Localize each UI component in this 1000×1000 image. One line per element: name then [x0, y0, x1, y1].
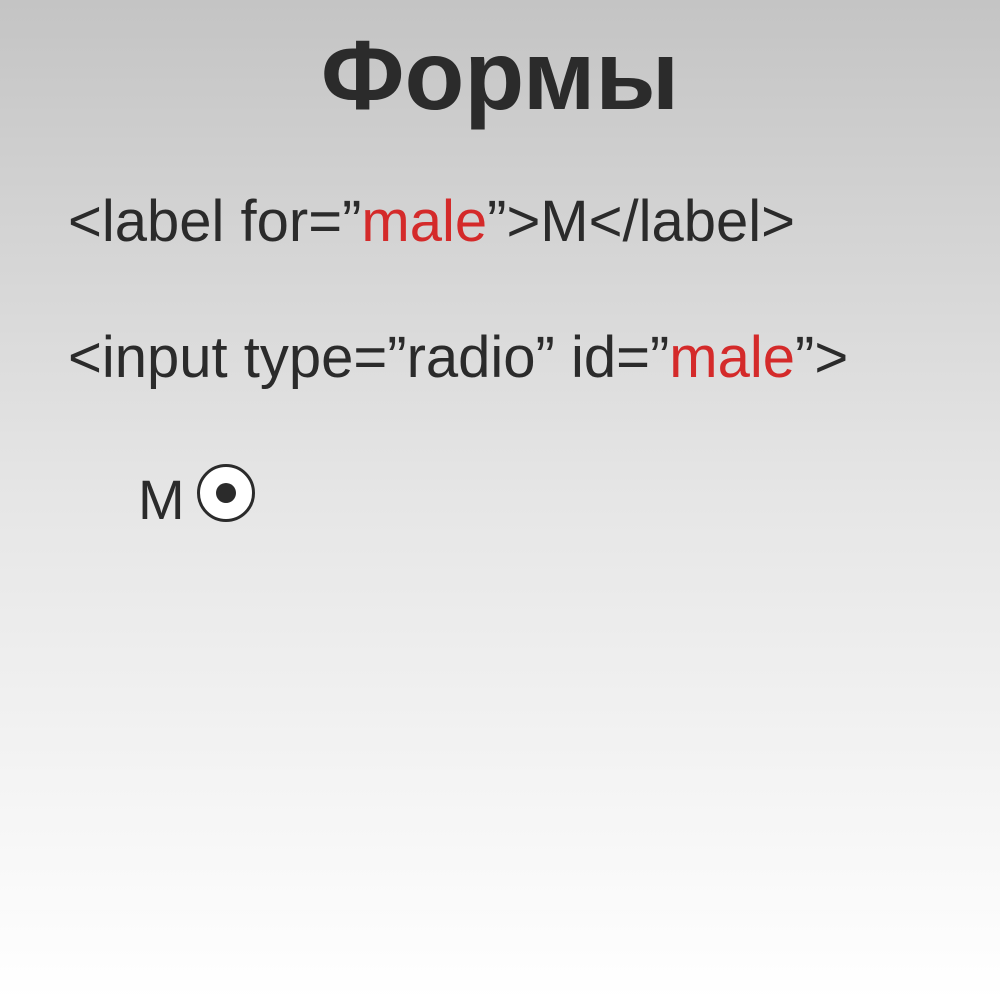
code-line-input: <input type=”radio” id=”male”>	[68, 329, 848, 387]
code-line-input-highlight: male	[669, 325, 796, 390]
radio-demo: M	[138, 458, 255, 528]
code-line-label-suffix: ”>M</label>	[487, 189, 796, 254]
radio-checked-dot-icon	[215, 483, 236, 503]
slide-title: Формы	[320, 20, 680, 130]
code-line-label-highlight: male	[361, 189, 488, 254]
radio-button[interactable]	[196, 464, 255, 522]
code-line-input-prefix: <input type=”radio” id=”	[68, 325, 670, 390]
code-line-label: <label for=”male”>M</label>	[68, 193, 795, 251]
radio-demo-label[interactable]: M	[138, 472, 185, 528]
code-line-label-prefix: <label for=”	[68, 189, 362, 254]
code-line-input-suffix: ”>	[795, 325, 849, 390]
